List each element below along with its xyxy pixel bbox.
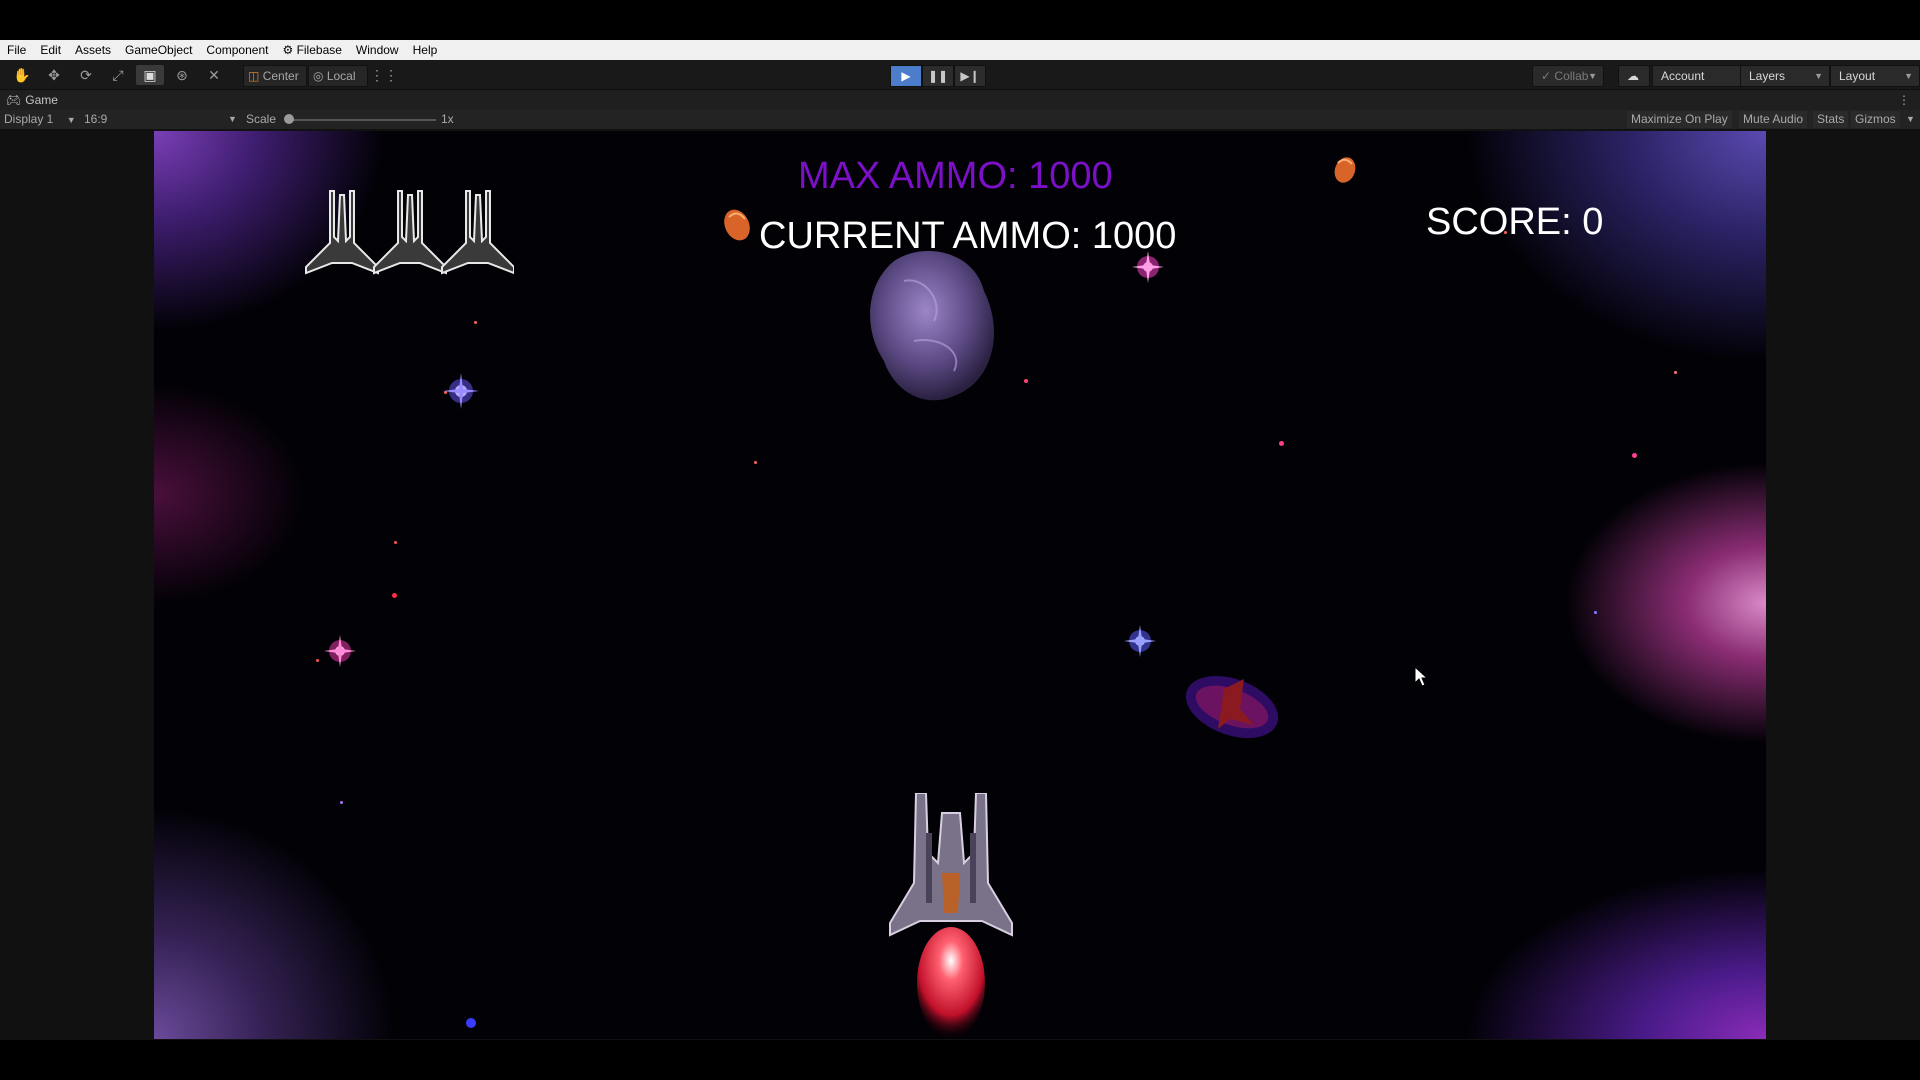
star bbox=[392, 593, 397, 598]
layers-caret-icon: ▼ bbox=[1814, 71, 1823, 81]
pivot-local-button[interactable]: ◎ Local bbox=[308, 65, 368, 87]
layout-label: Layout bbox=[1839, 69, 1876, 83]
star bbox=[754, 461, 757, 464]
stats-toggle[interactable]: Stats bbox=[1813, 111, 1849, 128]
scale-slider-track[interactable] bbox=[288, 119, 436, 121]
game-view-toolbar: Display 1 ▼ 16:9 ▼ Scale 1x Maximize On … bbox=[0, 110, 1920, 129]
asteroid bbox=[870, 251, 994, 401]
play-icon: ▶ bbox=[901, 69, 911, 83]
layers-dropdown[interactable]: Layers ▼ bbox=[1740, 65, 1830, 87]
menu-assets[interactable]: Assets bbox=[68, 40, 118, 60]
pivot-center-label: Center bbox=[262, 69, 299, 83]
menu-gameobject[interactable]: GameObject bbox=[118, 40, 199, 60]
star bbox=[1024, 379, 1028, 383]
star bbox=[340, 801, 343, 804]
pivot-icon: ◫ bbox=[248, 69, 260, 83]
gizmos-dropdown[interactable]: Gizmos bbox=[1851, 111, 1900, 128]
rect-tool-icon[interactable]: ▣ bbox=[136, 65, 164, 85]
pivot-local-label: Local bbox=[326, 69, 356, 83]
aspect-dropdown[interactable]: 16:9 bbox=[84, 110, 107, 129]
life-ship-icon bbox=[373, 190, 447, 275]
layout-caret-icon: ▼ bbox=[1904, 71, 1913, 81]
star bbox=[1674, 371, 1677, 374]
scale-label: Scale bbox=[246, 112, 277, 126]
sparkle-star-icon bbox=[1124, 625, 1156, 657]
star bbox=[1632, 453, 1637, 458]
sparkle-star-icon bbox=[324, 635, 356, 667]
tab-game-label: Game bbox=[25, 93, 58, 107]
layers-label: Layers bbox=[1749, 69, 1786, 83]
star bbox=[394, 541, 397, 544]
enemy-pod bbox=[724, 209, 750, 241]
mute-audio-toggle[interactable]: Mute Audio bbox=[1739, 111, 1808, 128]
hand-tool-icon[interactable]: ✋ bbox=[8, 65, 36, 85]
pause-button[interactable]: ❚❚ bbox=[922, 65, 954, 87]
menu-help[interactable]: Help bbox=[406, 40, 445, 60]
layout-dropdown[interactable]: Layout ▼ bbox=[1830, 65, 1920, 87]
step-button[interactable]: ▶❙ bbox=[954, 65, 986, 87]
star bbox=[474, 321, 477, 324]
collab-check-icon: ✓ bbox=[1541, 69, 1552, 83]
menu-filebase-label: Filebase bbox=[296, 43, 342, 57]
collab-caret-icon: ▼ bbox=[1588, 71, 1597, 81]
maximize-on-play-toggle[interactable]: Maximize On Play bbox=[1627, 111, 1732, 128]
display-label: Display 1 bbox=[4, 112, 54, 126]
step-icon: ▶❙ bbox=[960, 69, 980, 83]
local-icon: ◎ bbox=[313, 69, 324, 83]
menu-window[interactable]: Window bbox=[349, 40, 406, 60]
pivot-center-button[interactable]: ◫ Center bbox=[243, 65, 307, 87]
transform-tool-icon[interactable]: ⊛ bbox=[168, 65, 196, 85]
lives-indicator bbox=[305, 190, 514, 275]
scale-value: 1x bbox=[441, 112, 454, 126]
collab-button[interactable]: ✓ Collab ▼ bbox=[1532, 65, 1604, 87]
life-ship-icon bbox=[305, 190, 379, 275]
max-ammo-label: MAX AMMO: 1000 bbox=[798, 155, 1113, 197]
menu-filebase[interactable]: ⚙ Filebase bbox=[275, 40, 348, 60]
main-toolbar: ✋ ✥ ⟳ ⤢ ▣ ⊛ ✕ ◫ Center ◎ Local ⋮⋮ ▶ ❚❚ ▶… bbox=[0, 60, 1920, 90]
custom-tool-icon[interactable]: ✕ bbox=[200, 65, 228, 85]
scale-slider-handle[interactable] bbox=[284, 114, 294, 124]
mouse-cursor-icon bbox=[1414, 666, 1429, 687]
move-tool-icon[interactable]: ✥ bbox=[40, 65, 68, 85]
play-button[interactable]: ▶ bbox=[890, 65, 922, 87]
scale-tool-icon[interactable]: ⤢ bbox=[104, 65, 132, 85]
display-caret-icon: ▼ bbox=[66, 115, 76, 125]
tab-menu-icon[interactable]: ⋮ bbox=[1898, 90, 1910, 110]
grid-snap-icon[interactable]: ⋮⋮ bbox=[370, 65, 398, 85]
aspect-label: 16:9 bbox=[84, 112, 108, 126]
sparkle-star-icon bbox=[466, 1018, 476, 1028]
collab-label: Collab bbox=[1554, 69, 1589, 83]
star bbox=[316, 659, 319, 662]
game-viewport[interactable]: MAX AMMO: 1000 CURRENT AMMO: 1000 SCORE:… bbox=[154, 131, 1766, 1039]
enemy-ship bbox=[1185, 675, 1279, 739]
menu-component[interactable]: Component bbox=[199, 40, 275, 60]
cloud-button[interactable]: ☁ bbox=[1618, 65, 1650, 87]
tab-bar: 🎮︎ Game ⋮ bbox=[0, 90, 1920, 110]
sparkle-star-icon bbox=[443, 373, 479, 409]
rotate-tool-icon[interactable]: ⟳ bbox=[72, 65, 100, 85]
player-ship bbox=[889, 793, 1013, 1039]
tab-game[interactable]: 🎮︎ Game bbox=[6, 90, 58, 110]
menu-edit[interactable]: Edit bbox=[33, 40, 68, 60]
account-label: Account bbox=[1661, 69, 1705, 83]
pause-icon: ❚❚ bbox=[927, 69, 949, 83]
star bbox=[1594, 611, 1597, 614]
enemy-pod bbox=[1334, 157, 1356, 183]
gamepad-icon: 🎮︎ bbox=[6, 93, 22, 107]
menu-file[interactable]: File bbox=[0, 40, 33, 60]
score-label: SCORE: 0 bbox=[1426, 201, 1604, 243]
gizmos-caret-icon: ▼ bbox=[1906, 114, 1915, 124]
life-ship-icon bbox=[441, 190, 514, 275]
menu-bar: File Edit Assets GameObject Component ⚙ … bbox=[0, 40, 1920, 60]
filebase-icon: ⚙ bbox=[282, 43, 294, 57]
aspect-caret-icon: ▼ bbox=[228, 114, 237, 124]
cloud-icon: ☁ bbox=[1627, 69, 1639, 83]
display-dropdown[interactable]: Display 1 ▼ bbox=[4, 110, 76, 130]
star bbox=[1279, 441, 1284, 446]
